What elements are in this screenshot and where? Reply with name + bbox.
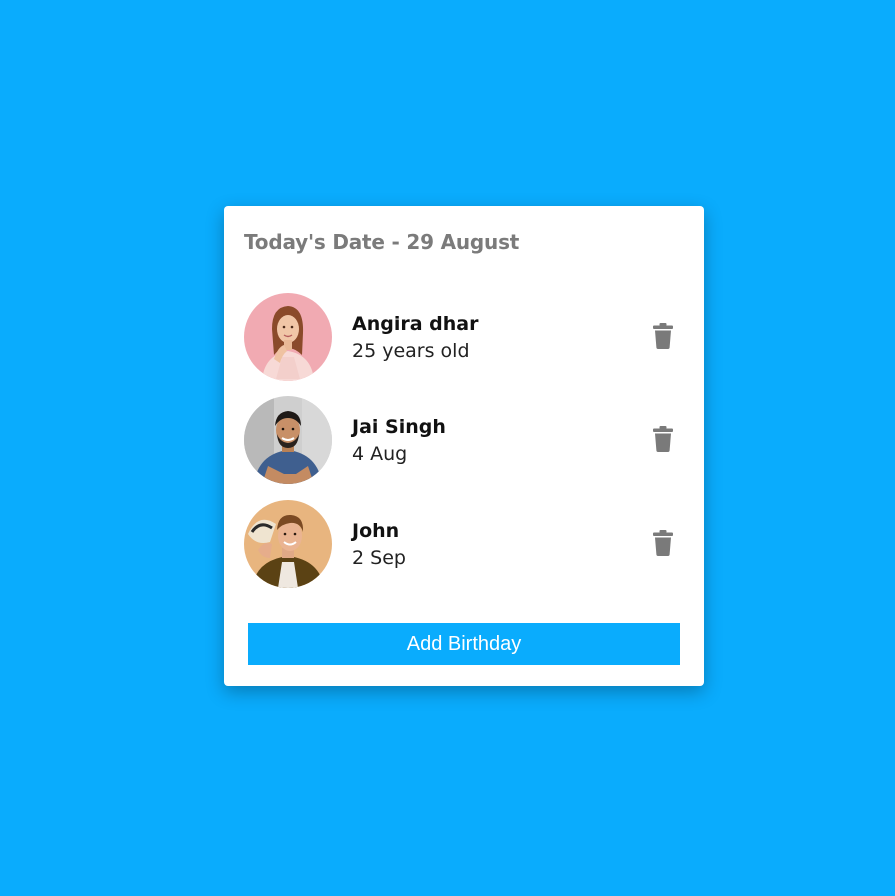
person-detail: 2 Sep	[352, 547, 406, 569]
birthday-card: Today's Date - 29 August Angira dhar 25 …	[224, 206, 704, 686]
person-name: Jai Singh	[352, 416, 446, 438]
person-detail: 4 Aug	[352, 443, 408, 465]
trash-icon	[653, 323, 673, 349]
list-item: Angira dhar 25 years old	[244, 293, 684, 381]
trash-icon	[653, 530, 673, 556]
person-detail: 25 years old	[352, 340, 470, 362]
list-item: Jai Singh 4 Aug	[244, 396, 684, 484]
list-item: John 2 Sep	[244, 500, 684, 588]
page-title: Today's Date - 29 August	[244, 230, 520, 254]
page: { "page": { "background_color": "#0aacfd…	[0, 0, 895, 896]
man-portrait-avatar	[244, 396, 332, 484]
delete-button[interactable]	[653, 426, 679, 454]
avatar	[244, 500, 332, 588]
avatar	[244, 293, 332, 381]
delete-button[interactable]	[653, 323, 679, 351]
delete-button[interactable]	[653, 530, 679, 558]
woman-portrait-avatar	[244, 293, 332, 381]
add-birthday-button[interactable]: Add Birthday	[248, 623, 680, 665]
trash-icon	[653, 426, 673, 452]
person-name: John	[352, 520, 400, 542]
man-with-hat-portrait-avatar	[244, 500, 332, 588]
person-name: Angira dhar	[352, 313, 479, 335]
avatar	[244, 396, 332, 484]
